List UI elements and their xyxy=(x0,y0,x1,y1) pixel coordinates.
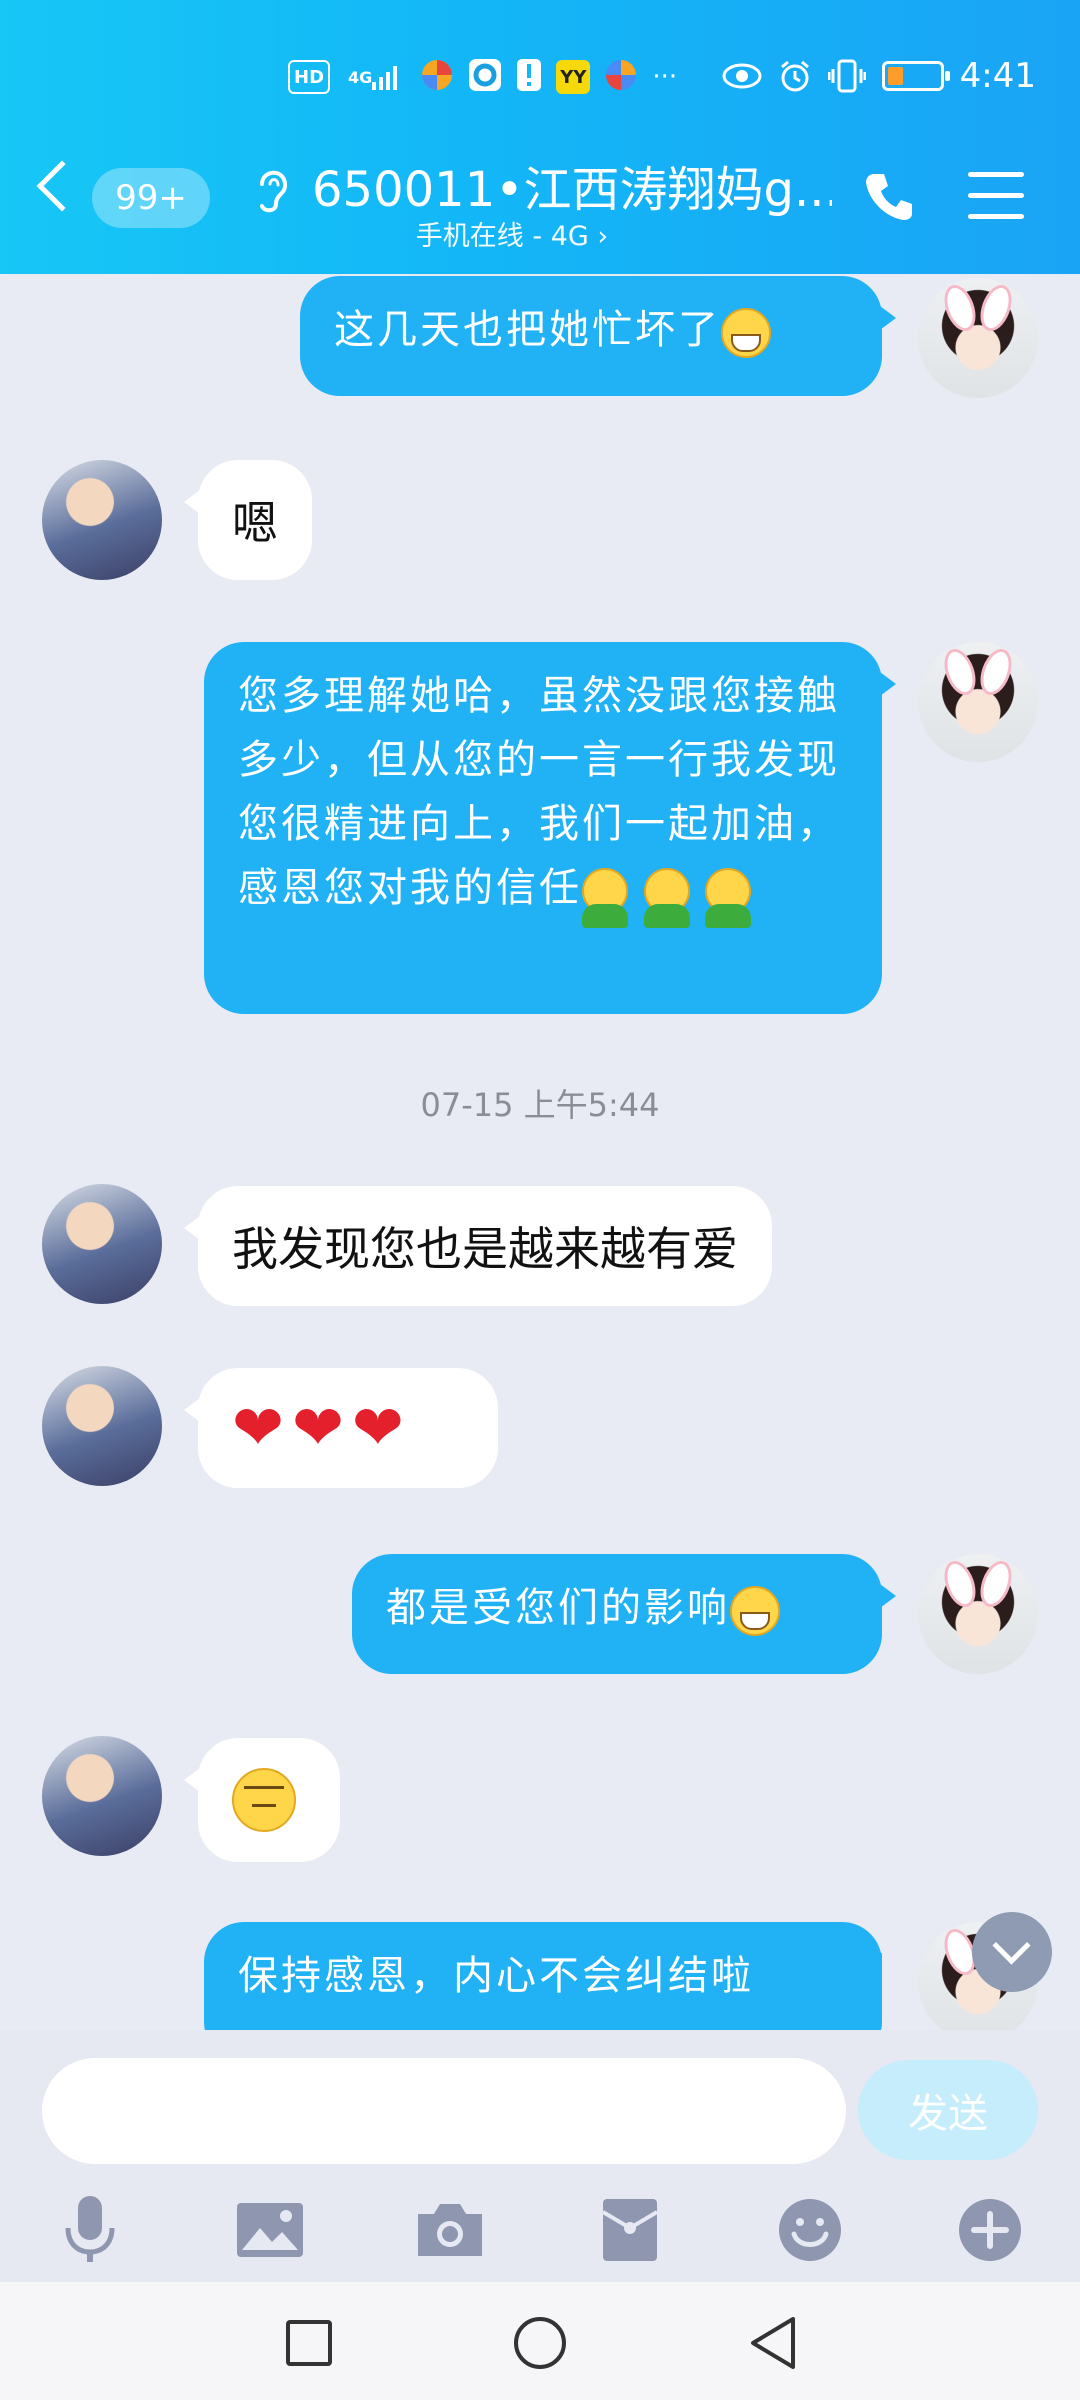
message-text: 都是受您们的影响 xyxy=(386,1585,730,1631)
yy-icon: YY xyxy=(556,60,591,94)
message-bubble-incoming[interactable]: 我发现您也是越来越有爱 xyxy=(184,1186,772,1306)
contact-name[interactable]: 650011•江西涛翔妈g... xyxy=(312,150,832,220)
camera-icon[interactable] xyxy=(410,2190,490,2270)
heart-emoji-icon: ❤ xyxy=(351,1391,404,1464)
my-avatar[interactable] xyxy=(918,642,1038,762)
ear-icon[interactable] xyxy=(252,164,292,214)
message-bubble-outgoing[interactable]: 都是受您们的影响 xyxy=(352,1554,896,1674)
back-button[interactable] xyxy=(36,160,88,212)
message-text: 保持感恩，内心不会纠结啦 xyxy=(238,1953,754,1999)
back-icon[interactable] xyxy=(738,2308,808,2378)
microphone-icon[interactable] xyxy=(50,2190,130,2270)
online-status[interactable]: 手机在线 - 4G › xyxy=(312,214,712,253)
clock: 4:41 xyxy=(959,56,1036,96)
battery-icon xyxy=(881,61,950,91)
grin-emoji-icon xyxy=(721,308,771,358)
person-emoji-icon xyxy=(643,868,690,928)
person-emoji-icon xyxy=(582,868,628,928)
image-icon[interactable] xyxy=(230,2190,310,2270)
plus-icon[interactable] xyxy=(950,2190,1030,2270)
home-icon[interactable] xyxy=(505,2308,575,2378)
more-notifications-icon: ··· xyxy=(652,62,678,92)
contact-avatar[interactable] xyxy=(42,460,162,580)
status-right-icons: 4:41 xyxy=(722,56,1036,96)
contact-avatar[interactable] xyxy=(42,1184,162,1304)
message-bubble-incoming[interactable]: 嗯 xyxy=(184,460,312,580)
message-clip: 保持感恩，内心不会纠结啦 xyxy=(204,1922,882,2030)
system-nav-bar xyxy=(0,2282,1080,2400)
app-notification-icon-2 xyxy=(468,58,502,96)
message-timestamp: 07-15 上午5:44 xyxy=(420,1086,660,1124)
scroll-to-bottom-button[interactable] xyxy=(972,1912,1052,1992)
contact-avatar[interactable] xyxy=(42,1736,162,1856)
heart-emoji-icon: ❤ xyxy=(232,1391,284,1464)
menu-icon[interactable] xyxy=(968,172,1024,235)
status-left-icons: HD 4G YY ··· xyxy=(288,58,677,96)
chat-header: HD 4G YY ··· 4:41 99+ 650011•江西涛翔妈g... 手… xyxy=(0,0,1080,274)
message-text: 我发现您也是越来越有爱 xyxy=(232,1222,738,1276)
recent-apps-icon[interactable] xyxy=(274,2308,344,2378)
red-packet-icon[interactable] xyxy=(590,2190,670,2270)
message-bubble-outgoing[interactable]: 保持感恩，内心不会纠结啦 xyxy=(204,1922,882,2030)
signal-4g-icon: 4G xyxy=(344,60,406,94)
message-text: 这几天也把她忙坏了 xyxy=(334,307,721,353)
my-avatar[interactable] xyxy=(918,278,1038,398)
composer: 发送 xyxy=(0,2030,1080,2282)
message-bubble-incoming[interactable]: ❤ ❤ ❤ xyxy=(184,1368,498,1488)
composer-toolbar xyxy=(0,2180,1080,2280)
message-bubble-outgoing[interactable]: 您多理解她哈，虽然没跟您接触多少，但从您的一言一行我发现您很精进向上，我们一起加… xyxy=(204,642,896,1014)
alarm-icon xyxy=(780,60,809,92)
app-notification-icon xyxy=(420,58,454,96)
message-text: 您多理解她哈，虽然没跟您接触多少，但从您的一言一行我发现您很精进向上，我们一起加… xyxy=(238,673,840,911)
message-text: 嗯 xyxy=(232,496,278,550)
status-bar: HD 4G YY ··· 4:41 xyxy=(0,54,1080,108)
emoji-icon[interactable] xyxy=(770,2190,850,2270)
contact-avatar[interactable] xyxy=(42,1366,162,1486)
hd-icon: HD xyxy=(288,60,331,94)
phone-call-icon[interactable] xyxy=(862,168,918,224)
message-input[interactable] xyxy=(42,2058,846,2164)
app-notification-icon-3 xyxy=(604,58,638,96)
person-emoji-icon xyxy=(705,868,752,928)
message-bubble-outgoing[interactable]: 这几天也把她忙坏了 xyxy=(300,276,896,396)
unread-count-badge[interactable]: 99+ xyxy=(92,168,210,228)
my-avatar[interactable] xyxy=(918,1554,1038,1674)
grin-emoji-icon xyxy=(730,1586,780,1636)
message-bubble-incoming[interactable] xyxy=(184,1738,340,1862)
heart-emoji-icon: ❤ xyxy=(291,1391,344,1464)
eye-comfort-icon xyxy=(722,63,762,89)
vibrate-icon xyxy=(827,59,866,93)
alert-icon xyxy=(516,58,542,96)
send-button[interactable]: 发送 xyxy=(858,2060,1038,2160)
unamused-emoji-icon xyxy=(232,1768,296,1832)
